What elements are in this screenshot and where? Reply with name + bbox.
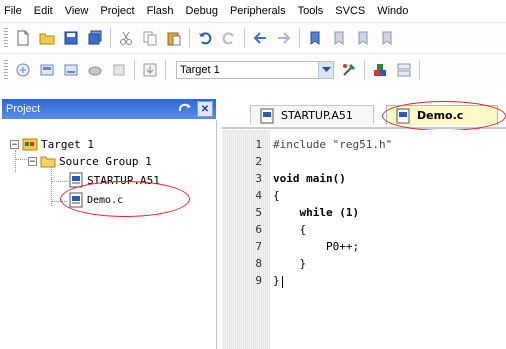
tree-connector — [51, 181, 67, 182]
annotation-ellipse — [60, 181, 190, 217]
line-number: 7 — [255, 240, 262, 253]
line-number: 8 — [255, 257, 262, 270]
toolbar-separator — [165, 60, 166, 80]
line-number: 3 — [255, 172, 262, 185]
folder-icon — [40, 153, 56, 169]
redo-icon[interactable] — [220, 29, 238, 47]
code-line[interactable]: { — [273, 223, 306, 236]
close-icon[interactable]: ✕ — [197, 101, 213, 117]
stop-build-icon[interactable] — [110, 61, 128, 79]
line-number: 2 — [255, 155, 262, 168]
target-options-icon[interactable] — [340, 61, 358, 79]
toolbar-separator — [134, 60, 135, 80]
menu-file[interactable]: File — [4, 5, 22, 17]
menu-peripherals[interactable]: Peripherals — [230, 5, 286, 17]
target-select[interactable]: Target 1 — [176, 61, 334, 79]
line-number: 5 — [255, 206, 262, 219]
rebuild-icon[interactable] — [62, 61, 80, 79]
tree-item-label: Source Group 1 — [59, 154, 152, 168]
file-extensions-icon[interactable] — [395, 61, 413, 79]
menu-debug[interactable]: Debug — [186, 5, 218, 17]
toolbar-grip[interactable] — [4, 60, 8, 80]
annotation-ellipse — [382, 101, 506, 131]
bookmark-icon[interactable] — [306, 29, 324, 47]
code-line[interactable]: P0++; — [273, 240, 359, 253]
compile-icon[interactable] — [14, 61, 32, 79]
toolbar-separator — [110, 28, 111, 48]
tree-item-source-group[interactable]: − Source Group 1 — [28, 153, 152, 169]
menu-tools[interactable]: Tools — [298, 5, 324, 17]
undo-icon[interactable] — [196, 29, 214, 47]
line-number: 1 — [255, 138, 262, 151]
chevron-down-icon[interactable] — [318, 62, 333, 78]
tree-connector — [51, 164, 52, 206]
menu-edit[interactable]: Edit — [34, 5, 53, 17]
new-file-icon[interactable] — [14, 29, 32, 47]
text-cursor — [282, 276, 283, 288]
menu-view[interactable]: View — [65, 5, 89, 17]
tree-item-target[interactable]: − Target 1 — [10, 136, 94, 152]
code-line[interactable]: while (1) — [273, 206, 359, 219]
code-line[interactable]: { — [273, 189, 280, 202]
file-toolbar — [0, 22, 506, 53]
target-select-value: Target 1 — [180, 64, 220, 76]
menu-bar: File Edit View Project Flash Debug Perip… — [0, 0, 506, 22]
bookmark-prev-icon[interactable] — [330, 29, 348, 47]
build-icon[interactable] — [38, 61, 56, 79]
menu-window[interactable]: Windo — [377, 5, 408, 17]
download-icon[interactable] — [141, 61, 159, 79]
copy-icon[interactable] — [141, 29, 159, 47]
code-line[interactable]: #include "reg51.h" — [273, 138, 392, 151]
save-all-icon[interactable] — [86, 29, 104, 47]
tab-label: STARTUP.A51 — [281, 109, 353, 122]
pin-icon[interactable] — [177, 102, 193, 116]
line-number: 6 — [255, 223, 262, 236]
bookmark-next-icon[interactable] — [354, 29, 372, 47]
navigate-back-icon[interactable] — [251, 29, 269, 47]
editor-tab-strip: STARTUP.A51 Demo.c — [222, 101, 506, 131]
project-panel-title: Project — [6, 103, 41, 115]
menu-svcs[interactable]: SVCS — [335, 5, 365, 17]
project-panel-header: Project ✕ — [2, 99, 216, 119]
bookmark-clear-icon[interactable] — [378, 29, 396, 47]
line-number: 9 — [255, 274, 262, 287]
toolbar-grip[interactable] — [4, 28, 8, 48]
toolbar-separator — [299, 28, 300, 48]
menu-flash[interactable]: Flash — [147, 5, 174, 17]
paste-icon[interactable] — [165, 29, 183, 47]
code-editor[interactable]: #include "reg51.h" void main() { while (… — [270, 130, 506, 349]
build-toolbar: Target 1 — [0, 53, 506, 86]
asm-file-icon — [259, 108, 275, 124]
project-tree: − Target 1 − Source Group 1 STARTUP.A51 … — [2, 120, 217, 349]
batch-build-icon[interactable] — [86, 61, 104, 79]
toolbar-separator — [419, 60, 420, 80]
menu-project[interactable]: Project — [100, 5, 134, 17]
toolbar-separator — [364, 60, 365, 80]
tree-connector — [15, 159, 27, 160]
collapse-icon[interactable]: − — [10, 139, 19, 149]
navigate-forward-icon[interactable] — [275, 29, 293, 47]
code-line[interactable]: void main() — [273, 172, 346, 185]
cut-icon[interactable] — [117, 29, 135, 47]
target-folder-icon — [22, 136, 38, 152]
toolbar-separator — [244, 28, 245, 48]
open-folder-icon[interactable] — [38, 29, 56, 47]
manage-components-icon[interactable] — [371, 61, 389, 79]
tree-connector — [15, 150, 16, 172]
tab-startup-a51[interactable]: STARTUP.A51 — [250, 105, 374, 125]
line-number: 4 — [255, 189, 262, 202]
collapse-icon[interactable]: − — [28, 156, 37, 166]
toolbar-separator — [189, 28, 190, 48]
save-icon[interactable] — [62, 29, 80, 47]
code-line[interactable]: } — [273, 257, 306, 270]
tree-item-label: Target 1 — [41, 137, 94, 151]
code-line[interactable]: } — [273, 274, 280, 287]
